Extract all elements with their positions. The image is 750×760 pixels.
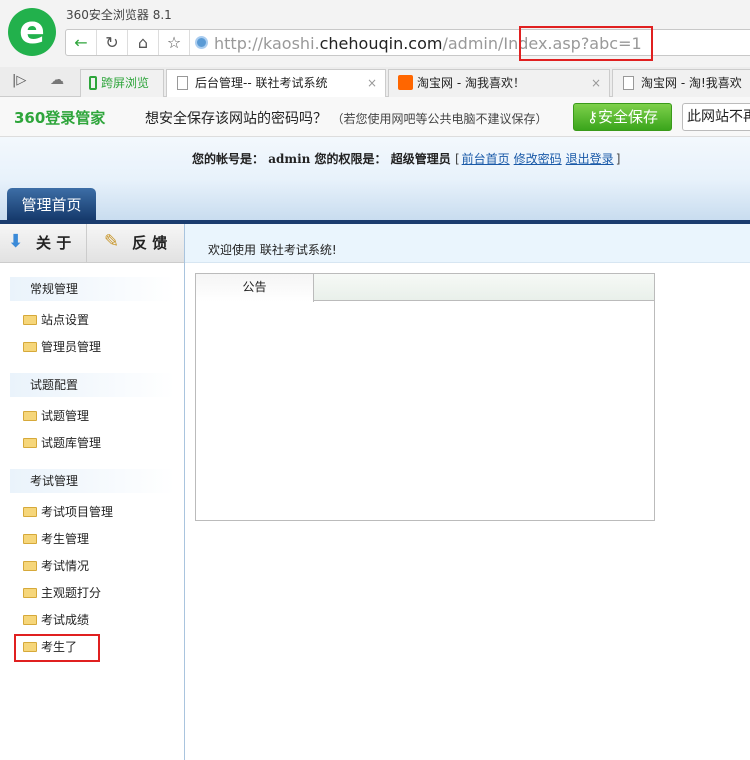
folder-icon [23, 534, 37, 544]
menu-item-admin-management[interactable]: 管理员管理 [23, 337, 101, 357]
menu-item-question-management[interactable]: 试题管理 [23, 406, 89, 426]
sidebar-toolbar: ⬇ 关 于 ✎ 反 馈 [0, 224, 184, 263]
close-tab-icon[interactable]: × [591, 70, 601, 96]
logout-link[interactable]: 退出登录 [566, 152, 614, 166]
account-name: admin [268, 152, 311, 166]
announcement-panel: 公告 [195, 273, 655, 521]
account-info: 您的帐号是： admin 您的权限是： 超级管理员 [前台首页 修改密码 退出登录] [192, 150, 620, 167]
login-manager-brand: 360登录管家 [14, 109, 106, 127]
section-question-config: 试题配置 [10, 373, 175, 397]
taobao-icon [398, 75, 413, 90]
sidebar-toggle-icon[interactable]: |▷ [12, 73, 26, 88]
menu-label: 考试成绩 [41, 613, 90, 627]
folder-icon [23, 561, 37, 571]
menu-item-examinees[interactable]: 考生管理 [23, 529, 89, 549]
key-icon: ⚷ [586, 108, 598, 126]
folder-icon [23, 438, 37, 448]
menu-item-site-settings[interactable]: 站点设置 [23, 310, 89, 330]
browser-tab-bar: |▷ ☁ 跨屏浏览 后台管理-- 联社考试系统 × 淘宝网 - 淘我喜欢！ × 淘宝… [0, 67, 750, 98]
browser-title: 360安全浏览器 8.1 [66, 8, 172, 22]
page-icon [623, 76, 634, 90]
highlight-box-menu-item [14, 634, 100, 662]
save-password-prompt: 想安全保存该网站的密码吗？ （若您使用网吧等公共电脑不建议保存） [145, 108, 547, 128]
tab-cross-screen[interactable]: 跨屏浏览 [80, 69, 164, 97]
tab-label: 淘宝网 - 淘!我喜欢 [641, 76, 742, 90]
folder-icon [23, 588, 37, 598]
prompt-note: （若您使用网吧等公共电脑不建议保存） [331, 112, 548, 126]
welcome-text: 欢迎使用 联社考试系统! [208, 243, 337, 257]
change-password-link[interactable]: 修改密码 [514, 152, 562, 166]
folder-icon [23, 411, 37, 421]
menu-label: 考试情况 [41, 559, 90, 573]
home-icon[interactable]: ⌂ [128, 30, 159, 55]
menu-label: 站点设置 [41, 313, 90, 327]
menu-label: 考试项目管理 [41, 505, 114, 519]
account-label: 您的帐号是： [192, 152, 265, 166]
section-general: 常规管理 [10, 277, 175, 301]
highlight-box-url-query [519, 26, 653, 61]
url-domain: chehouqin.com [319, 34, 443, 53]
role-value: 超级管理员 [390, 152, 451, 166]
url-scheme: http://kaoshi. [214, 34, 320, 53]
tab-label: 淘宝网 - 淘我喜欢！ [417, 76, 525, 90]
edit-note-icon: ✎ [104, 231, 120, 252]
close-tab-icon[interactable]: × [367, 70, 377, 96]
folder-icon [23, 615, 37, 625]
role-label: 您的权限是： [314, 152, 387, 166]
welcome-bar: 欢迎使用 联社考试系统! [185, 224, 750, 263]
menu-item-question-bank[interactable]: 试题库管理 [23, 433, 101, 453]
browser-logo-icon: e [8, 8, 56, 56]
feedback-button[interactable]: ✎ 反 馈 [96, 224, 184, 262]
page-icon [177, 76, 188, 90]
tab-admin-home[interactable]: 管理首页 [7, 188, 96, 221]
folder-icon [23, 507, 37, 517]
menu-label: 考生管理 [41, 532, 90, 546]
section-exam-management: 考试管理 [10, 469, 175, 493]
cloud-icon[interactable]: ☁ [50, 72, 64, 88]
feedback-label: 反 馈 [132, 234, 168, 252]
bracket: [ [454, 152, 460, 166]
menu-label: 试题管理 [41, 409, 90, 423]
tab-label: 跨屏浏览 [101, 76, 150, 90]
folder-icon [23, 342, 37, 352]
frontpage-link[interactable]: 前台首页 [462, 152, 510, 166]
menu-item-exam-status[interactable]: 考试情况 [23, 556, 89, 576]
download-arrow-icon: ⬇ [8, 231, 24, 252]
about-label: 关 于 [36, 234, 72, 252]
menu-label: 主观题打分 [41, 586, 102, 600]
menu-item-exam-projects[interactable]: 考试项目管理 [23, 502, 113, 522]
tab-announcement[interactable]: 公告 [196, 274, 314, 302]
about-button[interactable]: ⬇ 关 于 [0, 224, 87, 262]
tab-taobao[interactable]: 淘宝网 - 淘我喜欢！ × [388, 69, 610, 97]
menu-label: 试题库管理 [41, 436, 102, 450]
menu-label: 管理员管理 [41, 340, 102, 354]
safe-save-button[interactable]: ⚷安全保存 [573, 103, 672, 131]
back-icon[interactable]: ← [66, 30, 97, 55]
bracket: ] [615, 152, 621, 166]
never-save-button[interactable]: 此网站不再提示 [682, 103, 750, 131]
tab-taobao-2[interactable]: 淘宝网 - 淘!我喜欢 [612, 69, 750, 97]
menu-item-subjective-grading[interactable]: 主观题打分 [23, 583, 101, 603]
tab-admin[interactable]: 后台管理-- 联社考试系统 × [166, 69, 386, 98]
folder-icon [23, 315, 37, 325]
save-label: 安全保存 [597, 108, 658, 126]
menu-item-exam-scores[interactable]: 考试成绩 [23, 610, 89, 630]
refresh-icon[interactable]: ↻ [97, 30, 128, 55]
phone-icon [89, 76, 97, 90]
tab-label: 后台管理-- 联社考试系统 [195, 76, 328, 90]
site-globe-icon [195, 36, 208, 49]
prompt-question: 想安全保存该网站的密码吗？ [145, 111, 327, 127]
favorite-star-icon[interactable]: ☆ [159, 30, 190, 55]
